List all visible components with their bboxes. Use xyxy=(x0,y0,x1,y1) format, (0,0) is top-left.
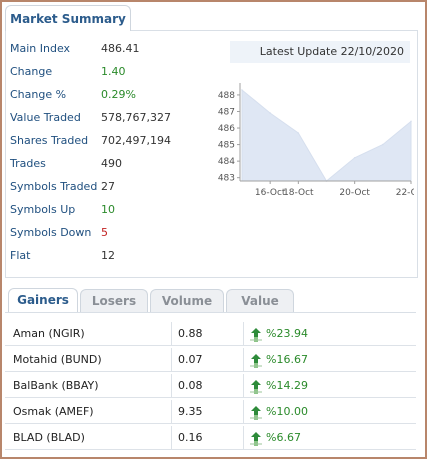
stock-name[interactable]: Osmak (AMEF) xyxy=(13,400,171,423)
chart-point xyxy=(241,89,243,91)
chart-point xyxy=(297,132,300,134)
chart-point xyxy=(269,112,271,114)
stock-name[interactable]: BLAD (BLAD) xyxy=(13,426,171,449)
stat-value-flat: 12 xyxy=(101,249,115,262)
stock-price: 9.35 xyxy=(171,400,243,423)
stock-change-cell: %14.29 xyxy=(243,374,417,397)
latest-update: Latest Update 22/10/2020 xyxy=(230,41,410,63)
stat-value-change: 1.40 xyxy=(101,65,126,78)
chart-area xyxy=(241,88,412,182)
stat-label-flat: Flat xyxy=(10,249,31,262)
stat-value-shares-traded: 702,497,194 xyxy=(101,134,171,147)
chart-x-tick-label: 22-Oct xyxy=(396,188,414,198)
chart-y-tick-label: 487 xyxy=(218,107,235,117)
chart-y-tick-label: 488 xyxy=(218,91,235,101)
chart-x-tick-label: 18-Oct xyxy=(283,188,314,198)
stock-price: 0.16 xyxy=(171,426,243,449)
table-row[interactable]: Aman (NGIR) 0.88 %23.94 xyxy=(5,322,416,346)
stat-label-main-index: Main Index xyxy=(10,42,71,55)
stock-price: 0.07 xyxy=(171,348,243,371)
up-arrow-icon xyxy=(249,405,263,420)
stock-name[interactable]: Motahid (BUND) xyxy=(13,348,171,371)
stat-label-symbols-up: Symbols Up xyxy=(10,203,76,216)
index-chart: 488 487 486 485 484 483 16-Oct18-Oct 20-Oct 22-O… xyxy=(218,83,414,198)
stock-change-cell: %6.67 xyxy=(243,426,417,449)
stock-name[interactable]: BalBank (BBAY) xyxy=(13,374,171,397)
chart-point xyxy=(410,120,412,123)
stat-value-main-index: 486.41 xyxy=(101,42,140,55)
stock-price: 0.88 xyxy=(171,322,243,345)
stock-change-cell: %23.94 xyxy=(243,322,417,345)
stat-value-trades: 490 xyxy=(101,157,122,170)
stock-change-percent: %10.00 xyxy=(266,405,308,418)
stock-change-cell: %10.00 xyxy=(243,400,417,423)
chart-x-tick-label: 20-Oct xyxy=(339,188,370,198)
chart-point xyxy=(382,143,384,146)
movers-tabbar: Gainers Losers Volume Value xyxy=(5,286,416,313)
market-summary-panel: Main Index 486.41 Change 1.40 Change % 0.29% V… xyxy=(5,30,418,278)
stat-label-trades: Trades xyxy=(10,157,46,170)
stat-value-change: 0.29% xyxy=(101,88,136,101)
tab-market-summary[interactable]: Market Summary xyxy=(5,5,131,31)
chart-x-tick-label: 16-Oct xyxy=(255,188,286,198)
stock-name[interactable]: Aman (NGIR) xyxy=(13,322,171,345)
table-row[interactable]: BLAD (BLAD) 0.16 %6.67 xyxy=(5,426,416,450)
stat-value-symbols-up: 10 xyxy=(101,203,115,216)
stat-value-value-traded: 578,767,327 xyxy=(101,111,171,124)
stat-label-change: Change % xyxy=(10,88,67,101)
up-arrow-icon xyxy=(249,327,263,342)
stat-value-symbols-traded: 27 xyxy=(101,180,115,193)
chart-y-tick-label: 485 xyxy=(218,141,235,151)
stat-label-shares-traded: Shares Traded xyxy=(10,134,89,147)
up-arrow-icon xyxy=(249,431,263,446)
chart-y-tick-label: 484 xyxy=(218,157,235,167)
stock-change-percent: %14.29 xyxy=(266,379,308,392)
tab-losers[interactable]: Losers xyxy=(80,289,148,312)
stock-change-percent: %6.67 xyxy=(266,431,301,444)
tab-value[interactable]: Value xyxy=(226,289,294,312)
up-arrow-icon xyxy=(249,353,263,368)
chart-y-tick-label: 483 xyxy=(218,174,235,184)
stock-change-cell: %16.67 xyxy=(243,348,417,371)
table-row[interactable]: BalBank (BBAY) 0.08 %14.29 xyxy=(5,374,416,398)
tab-volume[interactable]: Volume xyxy=(150,289,224,312)
stock-change-percent: %16.67 xyxy=(266,353,308,366)
chart-y-tick-label: 486 xyxy=(218,124,235,134)
stat-label-change: Change xyxy=(10,65,53,78)
tab-gainers[interactable]: Gainers xyxy=(8,288,78,312)
table-row[interactable]: Osmak (AMEF) 9.35 %10.00 xyxy=(5,400,416,424)
chart-point xyxy=(353,157,356,159)
stock-price: 0.08 xyxy=(171,374,243,397)
stat-label-value-traded: Value Traded xyxy=(10,111,81,124)
up-arrow-icon xyxy=(249,379,263,394)
stat-label-symbols-down: Symbols Down xyxy=(10,226,92,239)
stat-label-symbols-traded: Symbols Traded xyxy=(10,180,98,193)
stat-value-symbols-down: 5 xyxy=(101,226,108,239)
stock-change-percent: %23.94 xyxy=(266,327,308,340)
table-row[interactable]: Motahid (BUND) 0.07 %16.67 xyxy=(5,348,416,372)
